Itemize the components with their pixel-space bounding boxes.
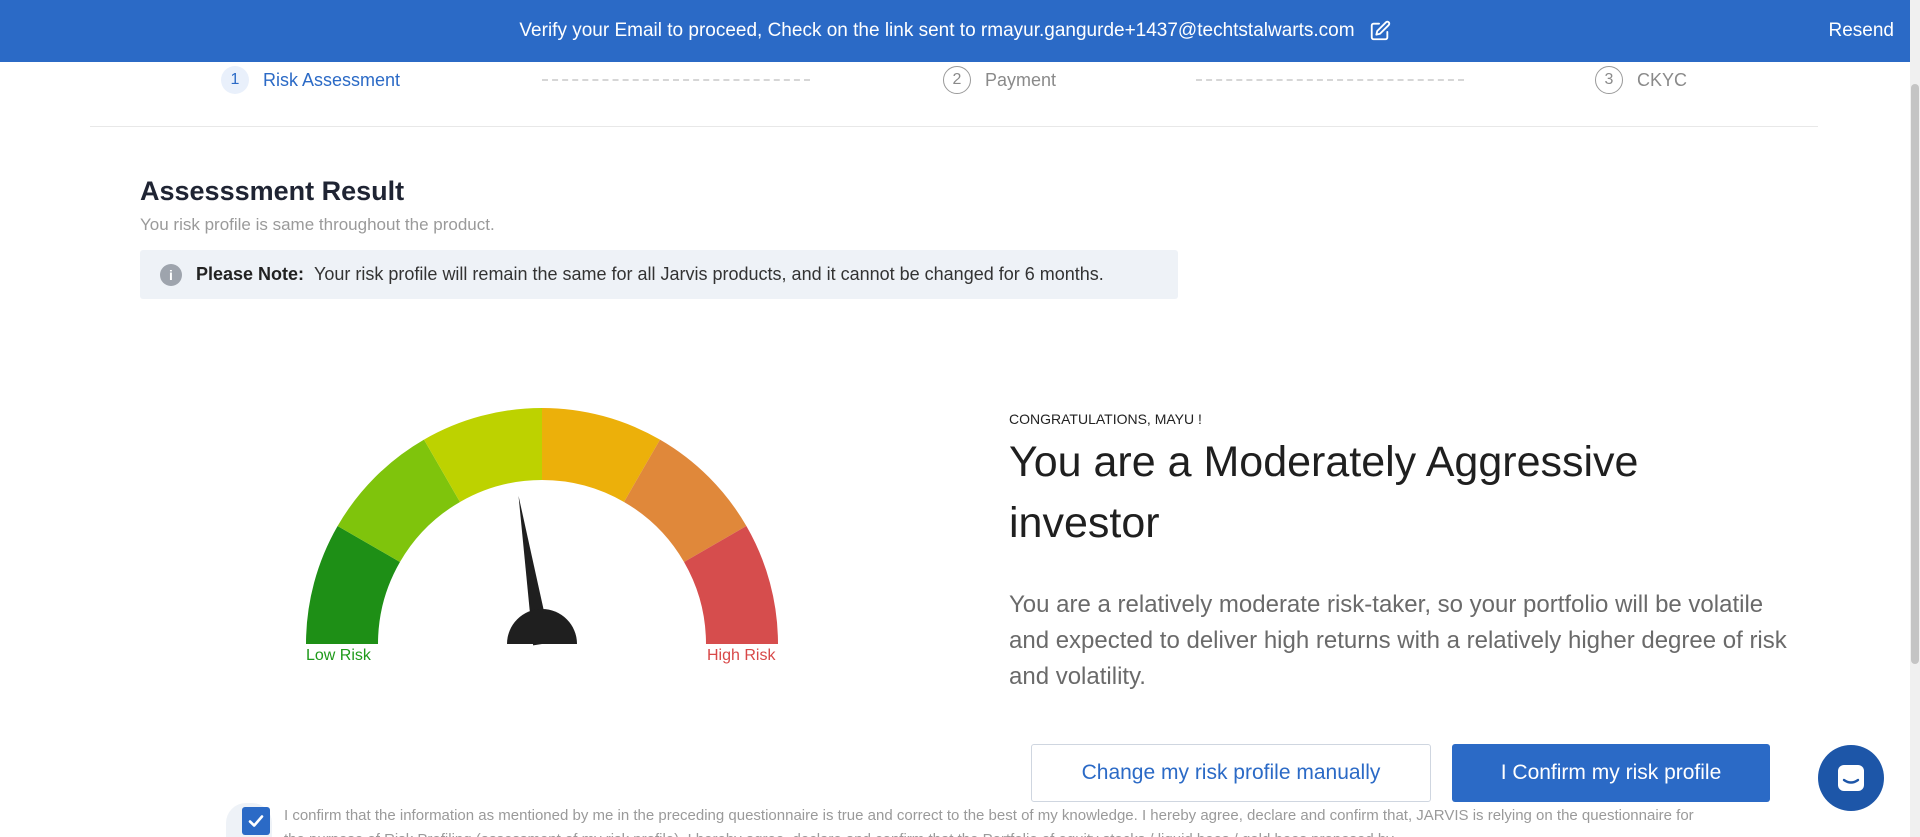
page-title: Assesssment Result [140, 176, 405, 206]
resend-link[interactable]: Resend [1829, 20, 1895, 42]
congrats-text: CONGRATULATIONS, MAYU ! [1009, 411, 1202, 427]
step-number: 1 [221, 66, 249, 94]
gauge-hub [507, 609, 577, 644]
step-risk-assessment[interactable]: 1 Risk Assessment [221, 66, 400, 94]
step-divider [542, 79, 810, 81]
note-text: Your risk profile will remain the same f… [314, 264, 1104, 284]
step-number: 2 [943, 66, 971, 94]
edit-icon[interactable] [1369, 20, 1391, 42]
consent-text: I confirm that the information as mentio… [284, 807, 1694, 837]
high-risk-label: High Risk [707, 647, 776, 664]
result-headline: You are a Moderately Aggressive investor [1009, 438, 1639, 547]
low-risk-label: Low Risk [306, 647, 371, 664]
page-subtitle: You risk profile is same throughout the … [140, 215, 495, 234]
result-description: You are a relatively moderate risk-taker… [1009, 591, 1787, 690]
step-payment[interactable]: 2 Payment [943, 66, 1056, 94]
banner-message: Verify your Email to proceed, Check on t… [519, 20, 1355, 41]
chat-widget-button[interactable] [1818, 745, 1884, 811]
consent-checkbox[interactable] [242, 807, 270, 835]
info-icon: i [160, 263, 182, 286]
change-risk-profile-button[interactable]: Change my risk profile manually [1031, 744, 1431, 802]
step-label: CKYC [1637, 69, 1688, 90]
scrollbar-thumb[interactable] [1911, 84, 1919, 664]
chat-icon [1838, 765, 1864, 791]
check-icon [248, 815, 264, 827]
risk-gauge [306, 408, 778, 646]
verify-email-banner: Verify your Email to proceed, Check on t… [0, 0, 1910, 62]
step-number: 3 [1595, 66, 1623, 94]
step-label: Payment [985, 69, 1057, 90]
progress-stepper: 1 Risk Assessment 2 Payment 3 CKYC [90, 62, 1818, 127]
step-label: Risk Assessment [263, 69, 401, 90]
note-label: Please Note: [196, 264, 305, 284]
note-banner: i Please Note: Your risk profile will re… [140, 250, 1178, 299]
step-divider [1196, 79, 1464, 81]
confirm-risk-profile-button[interactable]: I Confirm my risk profile [1452, 744, 1770, 802]
step-ckyc[interactable]: 3 CKYC [1595, 66, 1687, 94]
